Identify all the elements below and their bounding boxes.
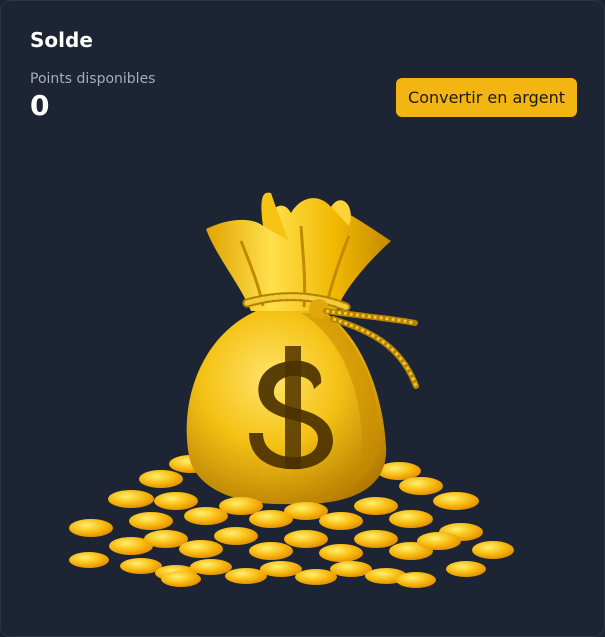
balance-card: Solde Points disponibles 0 Convertir en … (0, 0, 605, 637)
card-title: Solde (30, 28, 93, 52)
points-value: 0 (30, 89, 50, 122)
convert-to-money-button[interactable]: Convertir en argent (396, 78, 577, 117)
money-bag-icon (69, 192, 514, 588)
points-label: Points disponibles (30, 71, 156, 87)
